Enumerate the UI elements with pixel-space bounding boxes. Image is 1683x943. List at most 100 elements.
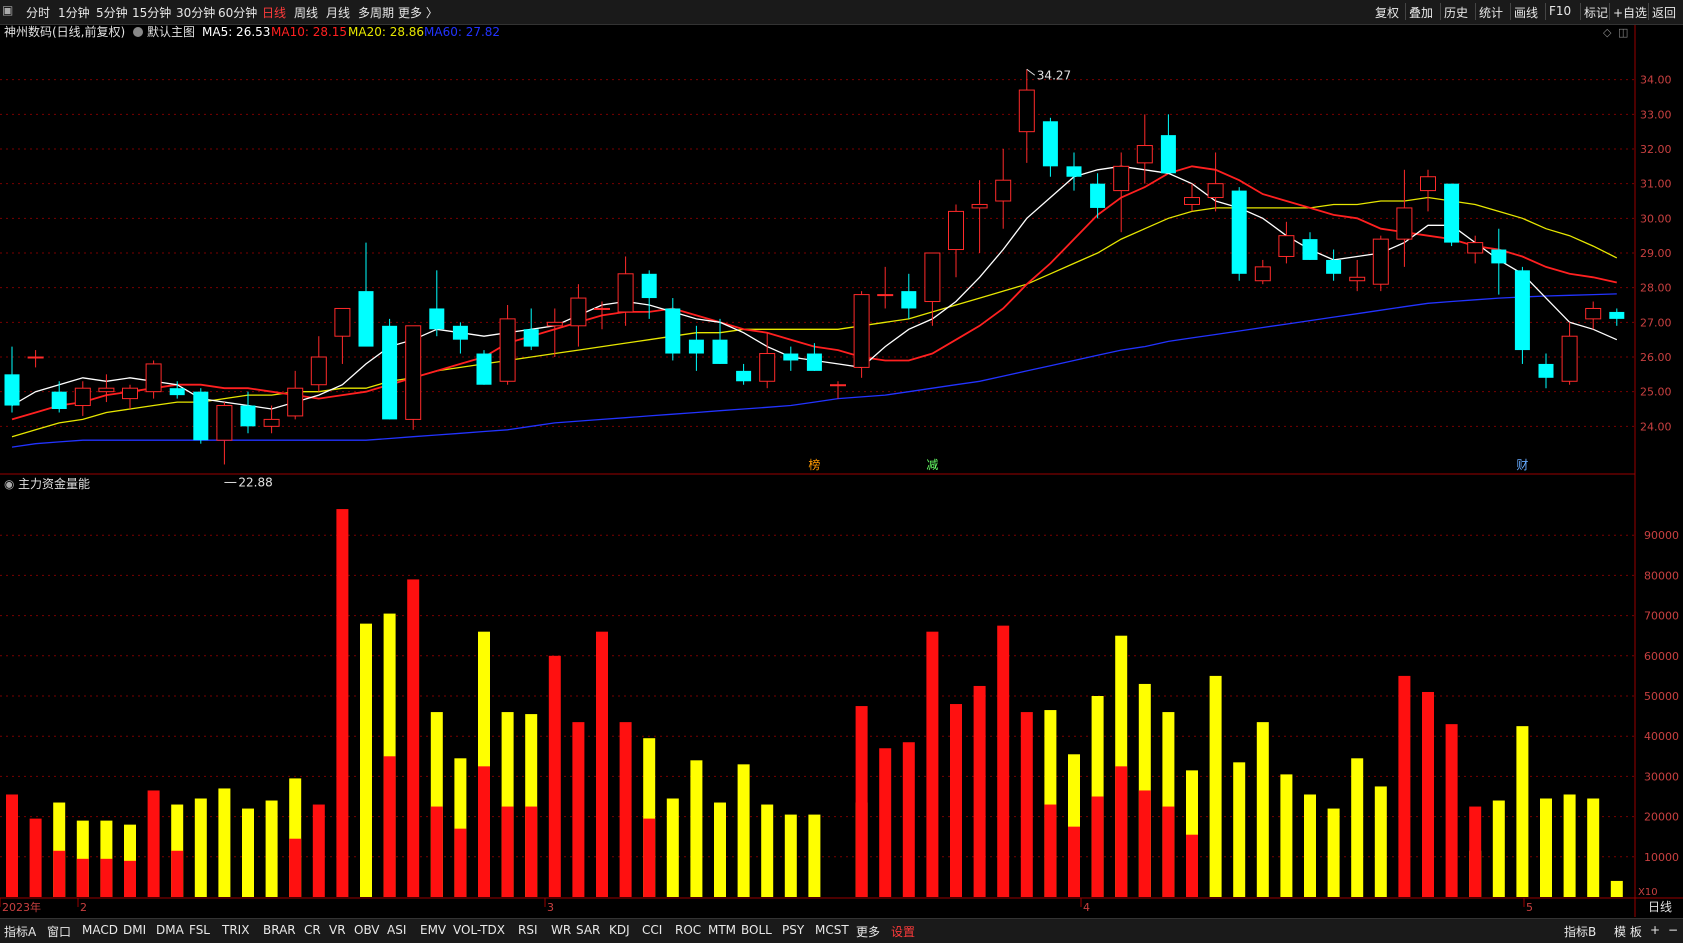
diamond-icon[interactable]: ◇ [1603, 26, 1612, 39]
ma10-label: MA10: 28.15 [271, 25, 347, 39]
indicator-tab[interactable]: BOLL [741, 923, 772, 937]
candle-body [759, 353, 776, 382]
candle-body [1444, 183, 1460, 243]
candle-body [193, 391, 209, 441]
tab-30m[interactable]: 30分钟 [176, 4, 215, 21]
indicator-tab[interactable]: TRIX [222, 923, 249, 937]
kline-chart[interactable]: 神州数码(日线,前复权) 默认主图 MA5: 26.53 MA10: 28.15… [0, 24, 1683, 917]
indicator-tab[interactable]: CR [304, 923, 321, 937]
date-label: 2023年 [2, 900, 41, 914]
candle-body [712, 339, 728, 364]
tab-day[interactable]: 日线 [262, 4, 286, 21]
candle [1444, 183, 1460, 247]
tab-month[interactable]: 月线 [326, 4, 350, 21]
indicator-tab[interactable]: CCI [642, 923, 662, 937]
indicator-tab[interactable]: RSI [518, 923, 538, 937]
indicator-tab[interactable]: KDJ [609, 923, 630, 937]
volume-bar-red [454, 828, 467, 897]
indicator-tab[interactable]: VOL-TDX [453, 923, 505, 937]
volume-bar-yellow [194, 798, 207, 897]
indicator-tab[interactable]: DMI [123, 923, 146, 937]
indicator-settings-icon[interactable]: ◉ [4, 477, 14, 491]
volume-bar-red [312, 804, 325, 897]
tab-1m[interactable]: 1分钟 [58, 4, 90, 21]
candle-body [617, 273, 634, 313]
indicator-tab[interactable]: 指标A [4, 923, 36, 940]
indicator-tab[interactable]: EMV [420, 923, 446, 937]
volume-bar-yellow [666, 798, 679, 897]
indicator-tab[interactable]: FSL [189, 923, 210, 937]
indicator-tab[interactable]: ROC [675, 923, 701, 937]
indicator-tab[interactable]: MTM [708, 923, 736, 937]
indicator-tab[interactable]: MCST [815, 923, 849, 937]
candle-body [382, 325, 398, 420]
btn-fuquan[interactable]: 复权 [1375, 4, 1399, 21]
tab-week[interactable]: 周线 [294, 4, 318, 21]
candle-body [1609, 311, 1625, 319]
volume-bar-yellow [784, 814, 797, 897]
price-tick-label: 34.00 [1640, 74, 1672, 87]
btn-fanhui[interactable]: 返回 [1652, 4, 1676, 21]
toolbar-separator [1475, 3, 1476, 20]
window-menu-icon[interactable]: ▣ [2, 3, 13, 17]
volume-bar-red [1091, 796, 1104, 897]
volume-bar-red [124, 860, 136, 897]
btn-lishi[interactable]: 历史 [1444, 4, 1468, 21]
candle-body [1467, 242, 1484, 254]
candle-body [594, 307, 610, 310]
indicator-tool-button[interactable]: − [1668, 923, 1678, 937]
candle-body [853, 294, 870, 368]
tab-more[interactable]: 更多 〉 [398, 4, 438, 21]
btn-f10[interactable]: F10 [1549, 4, 1571, 18]
btn-huaxian[interactable]: 画线 [1514, 4, 1538, 21]
candle-body [523, 329, 539, 347]
tab-5m[interactable]: 5分钟 [96, 4, 128, 21]
candle-body [546, 321, 563, 327]
candle-body [429, 308, 445, 330]
indicator-tab[interactable]: BRAR [263, 923, 296, 937]
indicator-tab[interactable]: DMA [156, 923, 184, 937]
candle [405, 325, 422, 430]
main-template-label[interactable]: 默认主图 [147, 24, 195, 39]
candle-body [51, 391, 67, 409]
volume-bar-red [1138, 790, 1151, 897]
btn-tongji[interactable]: 统计 [1479, 4, 1503, 21]
indicator-tab[interactable]: WR [551, 923, 571, 937]
event-marker: 财 [1516, 458, 1528, 472]
tab-15m[interactable]: 15分钟 [132, 4, 171, 21]
candle [1514, 266, 1530, 364]
volume-bar-red [76, 858, 89, 897]
indicator-tool-button[interactable]: 指标B [1564, 923, 1596, 940]
btn-diejia[interactable]: 叠加 [1409, 4, 1433, 21]
indicator-tool-button[interactable]: + [1650, 923, 1660, 937]
volume-bar-red [501, 806, 514, 897]
indicator-tab[interactable]: MACD [82, 923, 118, 937]
volume-bar-red [100, 858, 113, 897]
indicator-tab[interactable]: OBV [354, 923, 380, 937]
toolbar-separator [1405, 3, 1406, 20]
candle-body [1090, 183, 1106, 208]
candle-body [924, 252, 941, 303]
indicator-tab[interactable]: 窗口 [47, 923, 71, 940]
bottom-toolbar: 指标A 窗口 MACD DMI DMA FSL TRIX BRAR CR VR OBV ASI EMV V… [0, 918, 1683, 943]
candle-body [499, 318, 516, 382]
volume-tick-label: 70000 [1644, 610, 1679, 623]
indicator-tool-button[interactable]: 模 板 [1614, 923, 1642, 940]
volume-bar-yellow [1587, 798, 1600, 897]
tab-multi[interactable]: 多周期 [358, 4, 394, 21]
tab-60m[interactable]: 60分钟 [218, 4, 257, 21]
tab-minute[interactable]: 分时 [26, 4, 50, 21]
indicator-tab[interactable]: 更多 [856, 923, 880, 940]
indicator-tab[interactable]: ASI [387, 923, 406, 937]
volume-bar-red [1162, 806, 1175, 897]
indicator-tab[interactable]: PSY [782, 923, 804, 937]
candle-body [1561, 335, 1578, 382]
btn-zixuan[interactable]: +自选 [1613, 4, 1647, 21]
square-icon[interactable]: ◫ [1618, 26, 1628, 39]
indicator-tab[interactable]: SAR [576, 923, 600, 937]
indicator-tab[interactable]: 设置 [891, 923, 915, 940]
indicator-tab[interactable]: VR [329, 923, 346, 937]
btn-biaoji[interactable]: 标记 [1584, 4, 1608, 21]
volume-tick-label: 20000 [1644, 811, 1679, 824]
volume-tick-label: 80000 [1644, 569, 1679, 582]
